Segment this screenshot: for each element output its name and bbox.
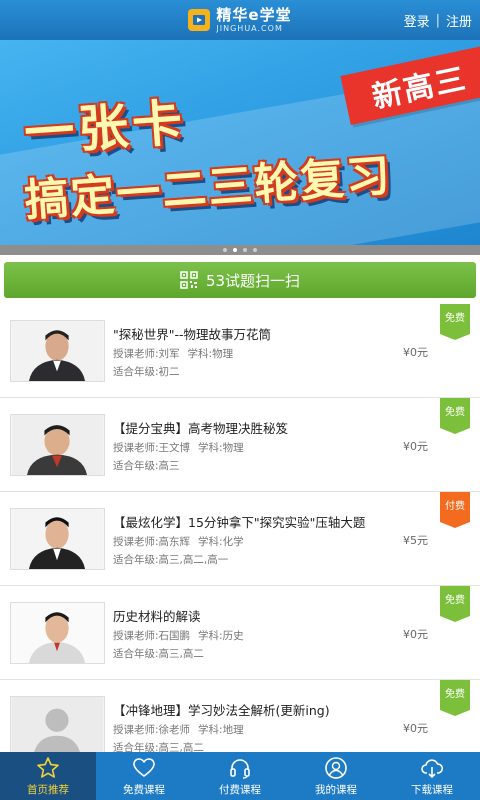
carousel-indicator (0, 245, 480, 255)
person-icon (325, 756, 347, 779)
course-item[interactable]: 【提分宝典】高考物理决胜秘笈 授课老师:王文博 学科:物理 适合年级:高三 ¥0元… (0, 398, 480, 492)
course-price: ¥0元 (403, 346, 428, 359)
scan-button-label: 53试题扫一扫 (205, 271, 301, 290)
course-price: ¥5元 (403, 534, 428, 547)
nav-paid-courses[interactable]: 付费课程 (192, 752, 288, 800)
logo: 精华e学堂 JINGHUA.COM (188, 5, 292, 33)
teacher-photo (10, 602, 105, 664)
course-title: "探秘世界"--物理故事万花筒 (113, 327, 272, 342)
carousel-dot[interactable] (223, 248, 227, 252)
course-list: "探秘世界"--物理故事万花筒 授课老师:刘军 学科:物理 适合年级:初二 ¥0元… (0, 304, 480, 752)
course-title: 历史材料的解读 (113, 609, 201, 624)
nav-free-label: 免费课程 (123, 783, 165, 796)
banner-headline: 一张卡 (22, 93, 189, 163)
nav-paid-label: 付费课程 (219, 783, 261, 796)
nav-my-label: 我的课程 (315, 783, 357, 796)
login-link[interactable]: 登录 (404, 11, 430, 30)
course-item[interactable]: 【冲锋地理】学习妙法全解析(更新ing) 授课老师:徐老师 学科:地理 适合年级:… (0, 680, 480, 752)
free-badge: 免费 (440, 586, 470, 622)
register-link[interactable]: 注册 (446, 11, 472, 30)
auth-separator: | (435, 12, 440, 28)
teacher-photo-placeholder (10, 696, 105, 752)
promo-banner[interactable]: 一张卡 搞定一二三轮复习 新高三 (0, 40, 480, 245)
course-subject: 学科:历史 (198, 630, 244, 642)
teacher-photo (10, 508, 105, 570)
course-title: 【提分宝典】高考物理决胜秘笈 (113, 421, 289, 436)
course-grade: 适合年级:高三,高二,高一 (113, 554, 229, 566)
course-teacher: 授课老师:刘军 (113, 348, 180, 360)
teacher-photo (10, 414, 105, 476)
paid-badge: 付费 (440, 492, 470, 528)
course-grade: 适合年级:高三,高二 (113, 742, 204, 752)
heart-icon (133, 757, 155, 777)
nav-home-label: 首页推荐 (27, 783, 69, 796)
free-badge: 免费 (440, 398, 470, 434)
cloud-download-icon (421, 758, 444, 778)
bottom-nav: 首页推荐 免费课程 付费课程 我的课程 下载课程 (0, 752, 480, 800)
course-subject: 学科:化学 (198, 536, 244, 548)
course-price: ¥0元 (403, 722, 428, 735)
course-title: 【最炫化学】15分钟拿下"探究实验"压轴大题 (113, 515, 366, 530)
teacher-photo (10, 320, 105, 382)
nav-home[interactable]: 首页推荐 (0, 752, 96, 800)
course-subject: 学科:地理 (198, 724, 244, 736)
free-badge: 免费 (440, 304, 470, 340)
nav-free-courses[interactable]: 免费课程 (96, 752, 192, 800)
nav-download-label: 下载课程 (411, 783, 453, 796)
course-teacher: 授课老师:王文博 (113, 442, 191, 454)
course-item[interactable]: 【最炫化学】15分钟拿下"探究实验"压轴大题 授课老师:高东辉 学科:化学 适合年… (0, 492, 480, 586)
course-teacher: 授课老师:高东辉 (113, 536, 191, 548)
course-item[interactable]: "探秘世界"--物理故事万花筒 授课老师:刘军 学科:物理 适合年级:初二 ¥0元… (0, 304, 480, 398)
course-price: ¥0元 (403, 440, 428, 453)
carousel-dot-active[interactable] (233, 248, 237, 252)
course-subject: 学科:物理 (198, 442, 244, 454)
scan-button[interactable]: 53试题扫一扫 (4, 262, 476, 298)
auth-links: 登录 | 注册 (404, 0, 472, 40)
qr-code-icon (180, 271, 198, 289)
carousel-dot[interactable] (253, 248, 257, 252)
course-item[interactable]: 历史材料的解读 授课老师:石国鹏 学科:历史 适合年级:高三,高二 ¥0元 免费 (0, 586, 480, 680)
nav-download-courses[interactable]: 下载课程 (384, 752, 480, 800)
course-grade: 适合年级:初二 (113, 366, 180, 378)
course-teacher: 授课老师:徐老师 (113, 724, 191, 736)
logo-play-icon (188, 9, 211, 31)
free-badge: 免费 (440, 680, 470, 716)
headphones-icon (230, 758, 250, 779)
course-teacher: 授课老师:石国鹏 (113, 630, 191, 642)
carousel-dot[interactable] (243, 248, 247, 252)
app-header: 精华e学堂 JINGHUA.COM 登录 | 注册 (0, 0, 480, 40)
logo-domain: JINGHUA.COM (216, 23, 283, 33)
course-grade: 适合年级:高三 (113, 460, 180, 472)
course-title: 【冲锋地理】学习妙法全解析(更新ing) (113, 703, 330, 718)
course-grade: 适合年级:高三,高二 (113, 648, 204, 660)
nav-my-courses[interactable]: 我的课程 (288, 752, 384, 800)
logo-name: 精华e学堂 (216, 5, 292, 24)
star-icon (37, 756, 59, 778)
course-price: ¥0元 (403, 628, 428, 641)
course-subject: 学科:物理 (187, 348, 234, 360)
